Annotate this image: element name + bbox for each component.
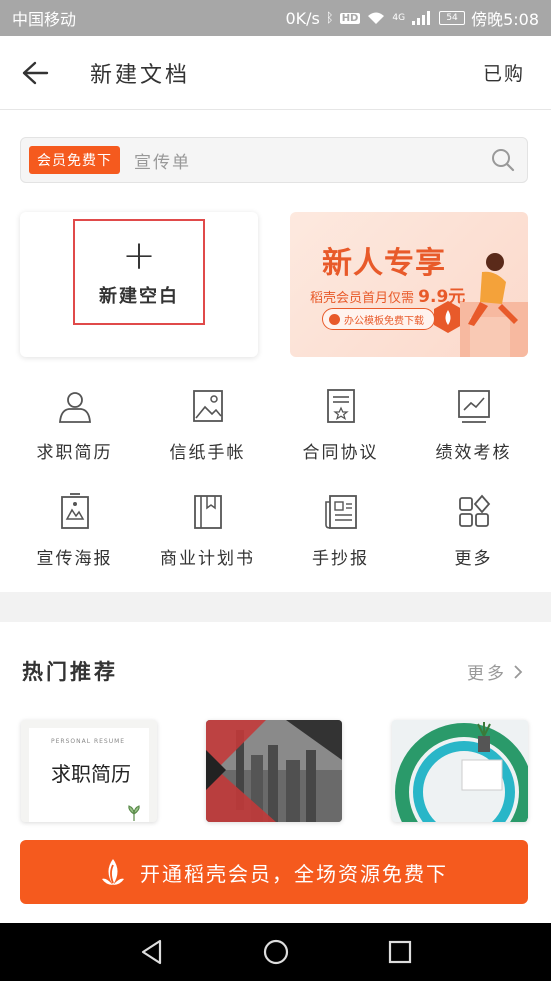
- promo-subtitle-text: 稻壳会员首月仅需: [310, 291, 415, 306]
- category-business-plan[interactable]: 商业计划书: [139, 476, 276, 576]
- category-contract[interactable]: 合同协议: [272, 370, 409, 470]
- network-speed: 0K/s: [285, 8, 320, 28]
- status-icons: 0K/s ᛒ HD 4G 54 傍晚5:08: [285, 6, 539, 30]
- nav-back-icon[interactable]: [138, 938, 166, 966]
- plus-icon: +: [122, 233, 156, 279]
- newspaper-icon: [324, 495, 357, 529]
- category-poster[interactable]: 宣传海报: [6, 476, 143, 576]
- grid-more-icon: [458, 494, 490, 527]
- open-membership-button[interactable]: 开通稻壳会员，全场资源免费下: [20, 840, 528, 904]
- category-label: 信纸手帐: [169, 443, 246, 463]
- search-icon[interactable]: [479, 137, 527, 183]
- search-bar[interactable]: 会员免费下 宣传单: [20, 137, 528, 183]
- promo-pill-label: 办公模板免费下载: [344, 315, 424, 327]
- chevron-right-icon: [514, 664, 523, 679]
- network-type: 4G: [392, 13, 406, 23]
- category-label: 宣传海报: [36, 549, 113, 569]
- template-thumbnail-business[interactable]: [206, 720, 342, 822]
- new-blank-highlight[interactable]: + 新建空白: [73, 219, 205, 325]
- poster-icon: [60, 493, 89, 529]
- bluetooth-icon: ᛒ: [325, 10, 334, 26]
- category-resume[interactable]: 求职简历: [6, 370, 143, 470]
- battery-icon: 54: [439, 11, 466, 25]
- city-skyline-icon: [206, 720, 342, 822]
- category-performance[interactable]: 绩效考核: [405, 370, 542, 470]
- section-divider: [0, 592, 551, 622]
- book-icon: [193, 495, 222, 529]
- hot-section-title: 热门推荐: [22, 660, 118, 684]
- purchased-button[interactable]: 已购: [483, 59, 551, 86]
- status-bar: 中国移动 0K/s ᛒ HD 4G 54 傍晚5:08: [0, 0, 551, 36]
- promo-title: 新人专享: [322, 246, 446, 281]
- category-more[interactable]: 更多: [405, 476, 542, 576]
- membership-cta-label: 开通稻壳会员，全场资源免费下: [140, 861, 448, 886]
- page-title: 新建文档: [90, 62, 191, 88]
- hot-more-link[interactable]: 更多: [467, 659, 523, 684]
- thumbnail-heading: 求职简历: [51, 762, 131, 786]
- back-button[interactable]: [0, 36, 70, 110]
- template-thumbnail-resume[interactable]: PERSONAL RESUME 求职简历: [21, 720, 157, 822]
- office-scene-icon: [392, 720, 528, 822]
- wifi-icon: [368, 12, 385, 24]
- pill-dot-icon: [329, 313, 340, 325]
- chart-icon: [457, 390, 490, 423]
- docer-leaf-icon: [102, 859, 124, 885]
- nav-recents-icon[interactable]: [387, 939, 413, 965]
- app-header: 新建文档 已购: [0, 36, 551, 110]
- category-letter-paper[interactable]: 信纸手帐: [139, 370, 276, 470]
- hot-more-label: 更多: [467, 664, 507, 684]
- category-label: 合同协议: [302, 443, 379, 463]
- docer-logo-icon: [434, 301, 462, 333]
- back-arrow-icon: [22, 61, 49, 84]
- new-blank-label: 新建空白: [99, 286, 179, 307]
- signal-icon: [412, 11, 431, 25]
- category-label: 求职简历: [36, 443, 113, 463]
- hd-badge: HD: [339, 12, 361, 24]
- member-free-tag[interactable]: 会员免费下: [29, 146, 120, 174]
- system-nav-bar: [0, 923, 551, 981]
- contract-icon: [326, 389, 355, 423]
- category-label: 商业计划书: [160, 549, 255, 569]
- template-thumbnail-office[interactable]: [392, 720, 528, 822]
- search-input[interactable]: 宣传单: [134, 148, 479, 173]
- category-label: 绩效考核: [435, 443, 512, 463]
- new-user-promo-banner[interactable]: 新人专享 稻壳会员首月仅需 9.9元 办公模板免费下载: [290, 212, 528, 357]
- category-handwritten-newspaper[interactable]: 手抄报: [272, 476, 409, 576]
- category-label: 手抄报: [312, 549, 369, 569]
- promo-download-pill[interactable]: 办公模板免费下载: [322, 308, 435, 330]
- category-label: 更多: [454, 549, 493, 569]
- thumbnail-subheading: PERSONAL RESUME: [51, 738, 126, 745]
- person-icon: [58, 392, 91, 423]
- new-blank-card[interactable]: + 新建空白: [20, 212, 258, 357]
- clock: 傍晚5:08: [471, 10, 539, 29]
- leaf-icon: [128, 805, 140, 821]
- image-icon: [192, 390, 223, 422]
- nav-home-icon[interactable]: [262, 938, 290, 966]
- promo-illustration-icon: [460, 253, 528, 357]
- carrier-name: 中国移动: [12, 10, 77, 29]
